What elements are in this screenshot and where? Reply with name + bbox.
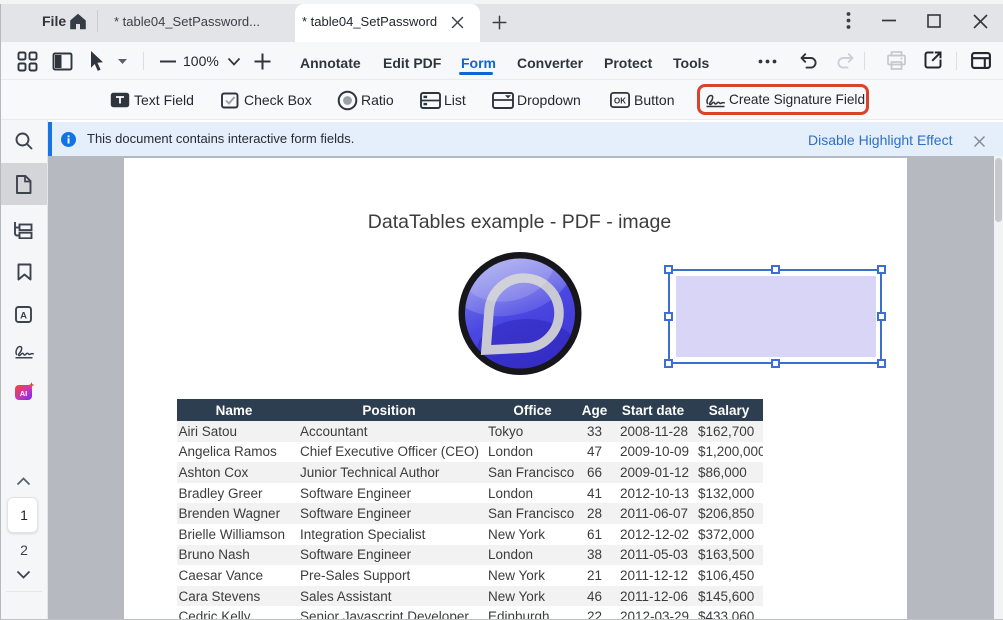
svg-text:OK: OK — [614, 96, 626, 105]
svg-text:AI: AI — [20, 389, 28, 398]
svg-text:A: A — [20, 310, 27, 321]
